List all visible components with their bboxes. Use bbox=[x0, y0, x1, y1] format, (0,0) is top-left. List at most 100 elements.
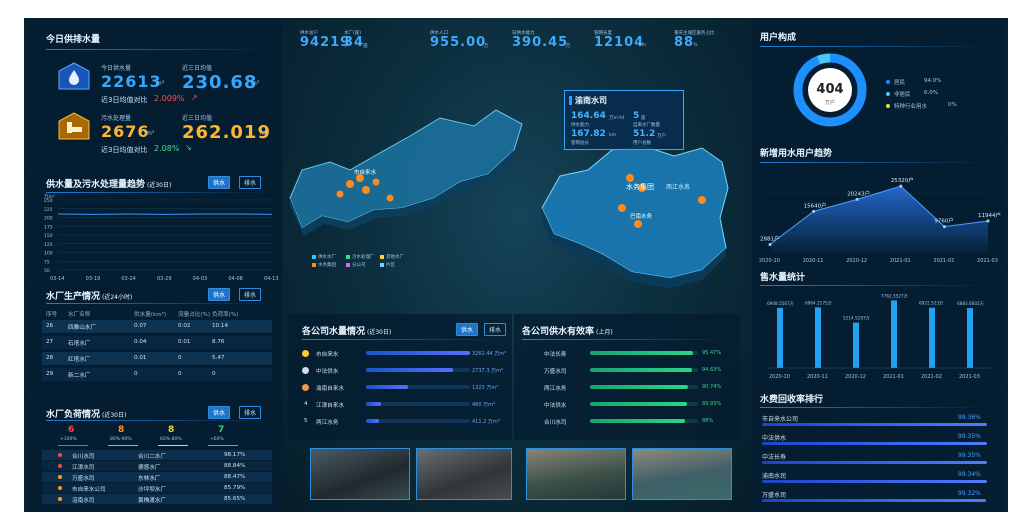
table-cell: 0.07 bbox=[134, 323, 147, 329]
legend-label: 其他水厂 bbox=[386, 255, 404, 260]
fee-value: 99.32% bbox=[958, 490, 981, 497]
camera-thumbnail[interactable] bbox=[632, 448, 732, 500]
bar-track bbox=[366, 419, 470, 423]
table-cell: 红塔水厂 bbox=[68, 357, 91, 363]
legend-dot bbox=[886, 92, 890, 96]
y-tick-label: 175 bbox=[44, 224, 53, 230]
bar-fill bbox=[590, 385, 688, 389]
company-name: 合川水司 bbox=[72, 454, 95, 460]
load-supply-button[interactable]: 供水 bbox=[208, 406, 231, 419]
map-popup[interactable]: 渝南水司 164.64 万m³/d 供水能力 5 座 自来水厂数量 167.82… bbox=[564, 90, 684, 150]
fee-value: 99.35% bbox=[958, 433, 981, 440]
table-cell: 27 bbox=[46, 339, 54, 345]
data-point bbox=[986, 219, 990, 223]
table-cell: 0 bbox=[134, 371, 138, 377]
company-name: 涪南水司 bbox=[72, 498, 95, 504]
table-cell: 0.01 bbox=[178, 339, 191, 345]
table-cell: 0 bbox=[212, 371, 216, 377]
today-supply-label: 今日供水量 bbox=[101, 65, 132, 72]
x-tick-label: 2020-11 bbox=[803, 258, 824, 264]
fee-value: 99.36% bbox=[958, 414, 981, 421]
x-tick-label: 2020-10 bbox=[759, 258, 780, 264]
table-cell: 0 bbox=[178, 371, 182, 377]
bar bbox=[929, 307, 935, 368]
bar-fill bbox=[590, 419, 686, 423]
popup-plants-unit: 座 bbox=[641, 116, 646, 121]
table-cell: 石塔水厂 bbox=[68, 341, 91, 347]
medal-icon bbox=[302, 384, 309, 391]
data-point bbox=[942, 225, 946, 229]
bar-value: 3262.44 万m³ bbox=[472, 351, 507, 357]
compare-label: 近3日均值对比 bbox=[101, 96, 148, 104]
bar-value: 411.2 万m³ bbox=[472, 419, 500, 425]
legend-label: 居民 bbox=[894, 80, 906, 86]
load-stat-label: 60%-80% bbox=[160, 437, 182, 442]
top-stat-value: 390.45 bbox=[512, 35, 569, 50]
data-label: 2881户 bbox=[760, 235, 780, 243]
sewage-avg-unit: m³ bbox=[260, 130, 269, 137]
x-tick-label: 2021-03 bbox=[977, 258, 998, 264]
data-label: 20243户 bbox=[847, 189, 870, 197]
data-label: 5214.5297万 bbox=[843, 316, 870, 322]
user-title: 用户构成 bbox=[760, 33, 797, 43]
bar-fill bbox=[366, 402, 382, 406]
x-tick-label: 03-24 bbox=[121, 276, 136, 282]
plant-supply-button[interactable]: 供水 bbox=[208, 288, 231, 301]
x-tick-label: 03-14 bbox=[50, 276, 65, 282]
company-drain-button[interactable]: 排水 bbox=[484, 323, 507, 336]
map-label-group: 水务集团 bbox=[626, 182, 654, 191]
top-stat-unit: % bbox=[693, 43, 698, 48]
status-dot bbox=[58, 497, 62, 501]
table-cell: 四雅山水厂 bbox=[68, 325, 96, 331]
plant-name: 东林水厂 bbox=[138, 476, 161, 482]
table-cell: 29 bbox=[46, 371, 54, 377]
user-panel: 用户构成 404 万户 居民 94.0% 非居民 6.0% 特种行业用水 0% bbox=[752, 22, 1004, 140]
data-point bbox=[855, 197, 859, 201]
title-underline bbox=[760, 407, 990, 408]
bar-value: 89.93% bbox=[702, 401, 722, 407]
camera-thumbnail[interactable] bbox=[416, 448, 512, 500]
title-underline bbox=[522, 339, 732, 340]
company-name: 万盛水司 bbox=[762, 492, 787, 499]
company-name: 中法长寿 bbox=[762, 454, 787, 461]
company-panel: 各公司水量情况 (近30日) 供水 排水 市自来水 3262.44 万m³ 中法供水 2… bbox=[288, 314, 512, 440]
bar-value: 94.63% bbox=[702, 367, 722, 373]
trend-panel: 供水量及污水处理量趋势 (近30日) 供水 排水 万m³ 250 225 200 175 1… bbox=[28, 172, 282, 284]
top-stat-value: 34 bbox=[344, 35, 365, 50]
trend-chart: 万m³250225200175150125100755003-14 03-19 03… bbox=[44, 194, 279, 282]
trend-supply-button[interactable]: 供水 bbox=[208, 176, 231, 189]
company-name: 江津自来水 bbox=[316, 403, 344, 409]
top-stat-unit: 万 bbox=[483, 44, 489, 49]
top-stat-value: 955.00 bbox=[430, 35, 487, 50]
bar-fill bbox=[762, 480, 987, 483]
table-header-cell: 供水量(km³) bbox=[134, 312, 167, 318]
bar-value: 480 万m³ bbox=[472, 402, 496, 408]
plant-drain-button[interactable]: 排水 bbox=[239, 288, 262, 301]
status-dot bbox=[58, 464, 62, 468]
x-tick-label: 2021-01 bbox=[883, 374, 904, 380]
rank-number: 4 bbox=[304, 401, 308, 407]
data-label: 11944户 bbox=[978, 211, 1001, 219]
bar-fill bbox=[366, 419, 380, 423]
user-total: 404 bbox=[816, 82, 844, 97]
newuser-chart: 2881户 2020-10 15640户 2020-11 20243户 2020-12 25… bbox=[759, 173, 1001, 264]
table-cell: 0.04 bbox=[134, 339, 147, 345]
plant-name: 德感水厂 bbox=[138, 465, 161, 471]
title-underline bbox=[46, 303, 271, 304]
x-tick-label: 03-29 bbox=[157, 276, 172, 282]
load-drain-button[interactable]: 排水 bbox=[239, 406, 262, 419]
data-point bbox=[768, 243, 772, 247]
legend-label: 供水水厂 bbox=[318, 255, 336, 260]
trend-drain-button[interactable]: 排水 bbox=[239, 176, 262, 189]
legend-swatch bbox=[346, 255, 350, 259]
camera-thumbnail[interactable] bbox=[310, 448, 410, 500]
x-tick-label: 04-08 bbox=[228, 276, 243, 282]
legend-label: 污水处理厂 bbox=[352, 255, 375, 260]
company-supply-button[interactable]: 供水 bbox=[456, 323, 479, 336]
x-tick-label: 2020-11 bbox=[807, 374, 828, 380]
title-underline bbox=[302, 339, 502, 340]
camera-thumbnail[interactable] bbox=[526, 448, 626, 500]
bar-fill bbox=[366, 351, 470, 355]
data-label: 6908.5567万 bbox=[767, 301, 794, 307]
map-label-liangjiang: 两江水务 bbox=[666, 183, 690, 191]
